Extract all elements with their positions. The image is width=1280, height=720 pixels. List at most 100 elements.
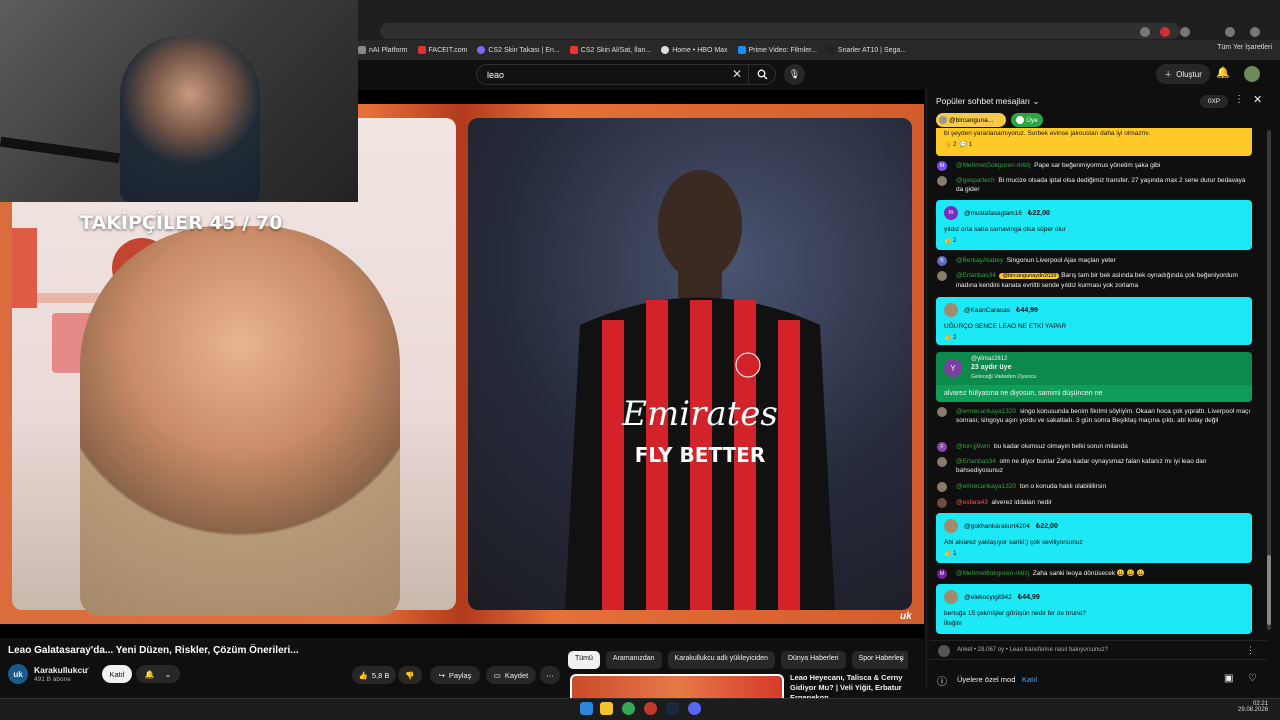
chat-message: B @BerkayAtabey Singonun Liverpool Ajax m… [936,256,1252,266]
avatar [939,116,947,124]
search-icon [757,69,768,80]
taskbar-clock: 02:21 29.08.2026 [1238,701,1269,713]
gift-icon[interactable]: ▣ [1224,673,1233,684]
avatar [1016,116,1025,124]
chat-scrollbar-thumb[interactable] [1267,555,1271,625]
chip-all[interactable]: Tümü [568,651,600,669]
microphone-icon: 🎙 [788,69,801,79]
voice-search-button[interactable]: 🎙 [784,64,805,85]
notifications-bell-icon[interactable]: 🔔 [1216,66,1230,79]
close-icon[interactable]: ✕ [1253,93,1262,106]
channel-name[interactable]: Karakullukcu [34,665,87,675]
chat-message: @esfara43 alverez iddaları nedir [936,498,1252,508]
bell-icon: 🔔 [144,669,155,679]
bookmark-item[interactable]: FACEIT.com [417,46,467,54]
like-icon[interactable]: 👍 [944,551,951,557]
football-player-figure: Emirates FLY BETTER [565,170,835,610]
heart-icon[interactable]: ♡ [1248,673,1257,684]
all-bookmarks-link[interactable]: Tüm Yer İşaretleri [1217,44,1272,51]
windows-taskbar [0,698,1280,720]
super-chat-card: @gokhankarakurt4204 ₺22,00 Abi alvarez ya… [936,513,1252,563]
save-button[interactable]: ▭ Kaydet [486,666,536,684]
share-button[interactable]: ↪ Paylaş [430,666,480,684]
windows-start-icon[interactable] [580,702,593,715]
chat-message: @emrecankaya1320 singo konusunda benim f… [936,407,1252,425]
member-level: Geleceği Vadeden Oyuncu [971,374,1037,380]
super-chat-card: m @mustafasaglam16 ₺22,00 yıldız orta saha… [936,200,1252,250]
like-icon[interactable]: 👍 [944,335,951,341]
search-input[interactable]: leao [476,64,776,85]
chat-message: @Ertanbas34 olm ne diyor bunlar Zaha kad… [936,457,1252,475]
account-avatar[interactable] [1244,66,1260,82]
reply-icon[interactable]: 💬 [960,142,967,148]
chip-from-uploader[interactable]: Karakullukcu adlı yükleyiciden [667,651,775,669]
bookmark-item[interactable]: CS2 Skin Takası | En... [477,46,560,54]
super-chat-card: @KaanCaracas ₺44,99 UĞURÇO SENCE LEAO NE … [936,297,1252,345]
bookmark-item[interactable]: nAI Platform [358,46,408,54]
like-button[interactable]: 👍 5,8 B [352,666,396,684]
more-icon: ⋯ [546,670,554,680]
avatar [944,519,958,533]
super-chat-card: @elekocyigit942 ₺44,99 bertuğa 15 çekmişl… [936,584,1252,634]
chevron-down-icon: ⌄ [1032,96,1040,106]
like-icon[interactable]: 👍 [944,238,951,244]
join-button[interactable]: Katıl [102,665,132,683]
bookmark-item[interactable]: CS2 Skin Al/Sat, İlan... [569,46,651,54]
host-person [80,226,400,616]
search-button[interactable] [748,64,776,85]
avatar [944,303,958,317]
chat-message: @emrecankaya1320 ton o konuda haklı olab… [936,482,1252,492]
info-icon[interactable]: ⓘ [937,673,947,688]
subscribed-button[interactable]: 🔔 ⌄ [136,665,180,683]
bookmark-item[interactable]: Snarler AT10 | Sega... [826,46,906,54]
chip-world-news[interactable]: Dünya Haberleri [780,651,846,669]
chat-mode-dropdown[interactable]: Popüler sohbet mesajları ⌄ [936,96,1040,107]
create-button[interactable]: ＋ Oluştur [1156,64,1210,84]
pinned-user-chip[interactable]: @bircanguna... [936,113,1006,127]
related-chips: Tümü Aramanızdan Karakullukcu adlı yükle… [568,651,908,669]
chevron-right-icon[interactable]: › [900,654,903,664]
discord-icon[interactable] [688,702,701,715]
extension-icon[interactable] [1160,27,1170,37]
channel-avatar[interactable]: uk [8,664,28,684]
browser-menu-icon[interactable] [1250,27,1260,37]
member-chip[interactable]: Üye [1011,113,1043,127]
member-username[interactable]: @yilmaz2612 [971,356,1007,362]
more-vert-icon[interactable]: ⋮ [1246,645,1255,656]
poll-icon [938,645,950,657]
mention-chip[interactable]: @bircangunaydn2039 [999,273,1060,279]
subscriber-count: 491 B abone [34,676,71,683]
chevron-down-icon: ⌄ [164,669,172,679]
steam-icon[interactable] [666,702,679,715]
xp-badge[interactable]: 0XP [1200,95,1228,108]
bookmark-star-icon[interactable] [1140,27,1150,37]
verified-icon: ✔ [84,667,90,674]
avatar [944,590,958,604]
clear-search-icon[interactable]: ✕ [732,67,742,81]
member-message: alvarez hülyasına ne diyosun, samimi düş… [944,390,1103,397]
jersey-sponsor2: FLY BETTER [635,443,765,467]
flag-link[interactable]: İlteğim [936,619,1252,631]
extensions-puzzle-icon[interactable] [1180,27,1190,37]
chip-from-search[interactable]: Aramanızdan [605,651,662,669]
bookmark-item[interactable]: Prime Video: Filmler... [737,46,817,54]
dislike-button[interactable]: 👎 [398,666,422,684]
video-title: Leao Galatasaray'da... Yeni Düzen, Riskl… [8,645,299,656]
avatar: Y [944,359,962,377]
super-chat-yellow: bi şeyden yararlanamıyoruz. Sorbek evins… [936,128,1252,156]
follower-counter: TAKİPÇİLER 45 / 70 [80,212,283,234]
file-explorer-icon[interactable] [600,702,613,715]
members-only-mode-text: Üyelere özel mod [957,675,1016,684]
chrome-icon[interactable] [622,702,635,715]
more-actions-button[interactable]: ⋯ [540,666,560,684]
bookmark-item[interactable]: Home • HBO Max [661,46,728,54]
more-vert-icon[interactable]: ⋮ [1234,94,1244,105]
streamer-person [120,36,260,202]
chat-message: M @MehmetGokgoren-rk6zj Pape sar beğenmiy… [936,161,1252,171]
address-bar[interactable] [380,23,1180,39]
like-icon[interactable]: 👍 [944,142,951,148]
profile-icon[interactable] [1225,27,1235,37]
app-icon[interactable] [644,702,657,715]
share-icon: ↪ [438,670,445,680]
member-join-link[interactable]: Katıl [1022,675,1037,684]
